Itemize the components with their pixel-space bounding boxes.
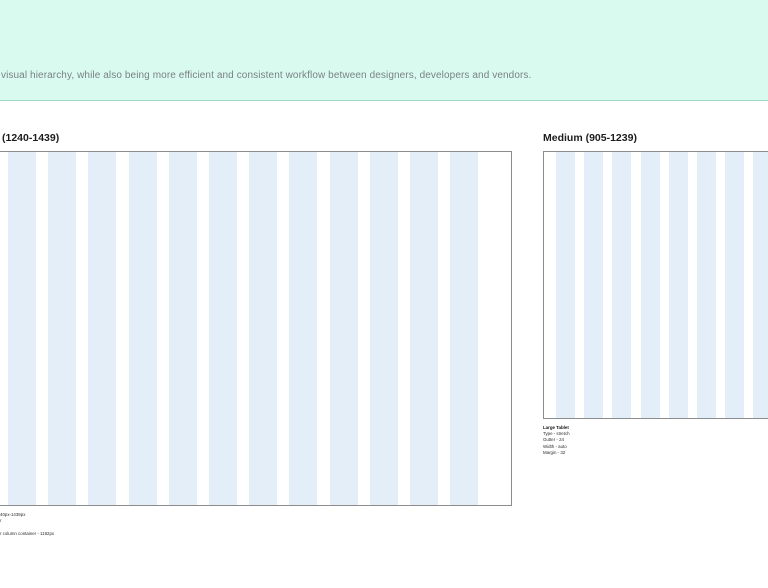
large-frame-spec: 40px-1439px r r column container - 1192p… [0, 512, 54, 537]
intro-text: visual hierarchy, while also being more … [1, 70, 532, 81]
medium-spec-line: Margin - 32 [543, 449, 566, 455]
medium-frame-spec: Large Tablet Type - stretch Gutter - 24 … [543, 425, 570, 456]
grid-column [725, 152, 745, 418]
large-frame-title: (1240-1439) [2, 132, 60, 144]
grid-column [753, 152, 768, 418]
medium-grid-frame [543, 151, 768, 419]
grid-column [556, 152, 575, 418]
grid-column [584, 152, 604, 418]
grid-column [168, 152, 197, 505]
grid-column [8, 152, 36, 505]
grid-column [612, 152, 632, 418]
grid-spec-page: visual hierarchy, while also being more … [0, 0, 768, 588]
grid-column [88, 152, 117, 505]
medium-frame-title: Medium (905-1239) [543, 132, 637, 144]
grid-column [48, 152, 77, 505]
grid-column [697, 152, 716, 418]
grid-column [289, 152, 318, 505]
grid-column [209, 152, 237, 505]
grid-column [640, 152, 660, 418]
header-band: visual hierarchy, while also being more … [0, 0, 768, 101]
grid-column [410, 152, 438, 505]
grid-column [369, 152, 398, 505]
grid-column [329, 152, 358, 505]
large-grid-frame [0, 151, 512, 506]
grid-column [668, 152, 688, 418]
large-spec-line: r column container - 1192px [0, 530, 55, 536]
medium-spec-line: Width - auto [543, 443, 567, 449]
grid-column [128, 152, 157, 505]
grid-column [450, 152, 479, 505]
grid-column [249, 152, 278, 505]
